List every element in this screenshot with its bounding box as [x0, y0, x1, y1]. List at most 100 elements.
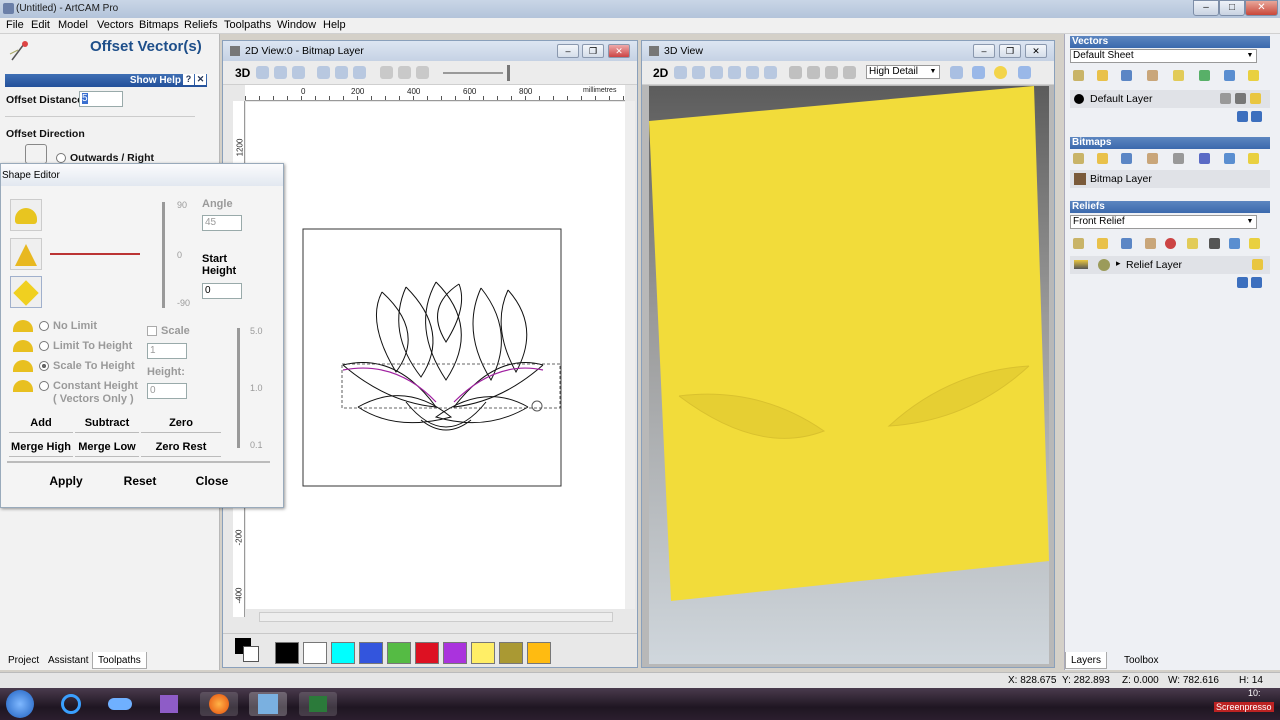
- save-icon[interactable]: [1121, 70, 1132, 81]
- render-icon[interactable]: [950, 66, 963, 79]
- bake-icon[interactable]: [1209, 238, 1220, 249]
- zoom-all-icon[interactable]: [353, 66, 366, 79]
- menu-bitmaps[interactable]: Bitmaps: [139, 19, 179, 31]
- move-down-icon[interactable]: [1251, 277, 1262, 288]
- view-2d-restore-button[interactable]: ❐: [582, 44, 604, 58]
- plane-profile-button[interactable]: [10, 276, 42, 308]
- palette-swatch[interactable]: [275, 642, 299, 664]
- scale-to-height-radio[interactable]: [39, 361, 49, 371]
- secondary-color-swatch[interactable]: [243, 646, 259, 662]
- apply-button[interactable]: Apply: [33, 470, 99, 492]
- move-down-icon[interactable]: [1251, 111, 1262, 122]
- top-view-icon[interactable]: [807, 66, 820, 79]
- scale-input[interactable]: 1: [147, 343, 187, 359]
- zero-rest-button[interactable]: Zero Rest: [141, 437, 221, 457]
- grid-icon[interactable]: [398, 66, 411, 79]
- round-profile-button[interactable]: [10, 199, 42, 231]
- zoom-box-icon[interactable]: [317, 66, 330, 79]
- tab-project[interactable]: Project: [3, 652, 44, 669]
- relief-layer-row[interactable]: ▸ Relief Layer: [1070, 256, 1270, 274]
- no-limit-radio[interactable]: [39, 321, 49, 331]
- paste-icon[interactable]: [1187, 238, 1198, 249]
- limit-to-height-radio[interactable]: [39, 341, 49, 351]
- show-help-button[interactable]: Show Help: [130, 75, 181, 86]
- palette-swatch[interactable]: [303, 642, 327, 664]
- contrast-slider-thumb[interactable]: [507, 65, 510, 81]
- relief-mode-icon[interactable]: [1098, 259, 1110, 271]
- tab-layers[interactable]: Layers: [1065, 652, 1108, 669]
- delete-icon[interactable]: [1229, 238, 1240, 249]
- vectors-sheet-select[interactable]: Default Sheet ▼: [1070, 49, 1257, 63]
- outwards-radio[interactable]: [56, 153, 66, 163]
- tab-toolbox[interactable]: Toolbox: [1119, 652, 1163, 669]
- angle-input[interactable]: 45: [202, 215, 242, 231]
- wireframe-icon[interactable]: [972, 66, 985, 79]
- maximize-button[interactable]: □: [1219, 0, 1245, 16]
- move-up-icon[interactable]: [1237, 277, 1248, 288]
- palette-swatch[interactable]: [415, 642, 439, 664]
- help-close-icon[interactable]: ✕: [195, 74, 206, 85]
- add-button[interactable]: Add: [9, 413, 73, 433]
- zoom-previous-icon[interactable]: [335, 66, 348, 79]
- combine-icon[interactable]: [1165, 238, 1176, 249]
- copy-icon[interactable]: [1145, 238, 1156, 249]
- iso-view-icon[interactable]: [789, 66, 802, 79]
- firefox-icon[interactable]: [200, 692, 238, 716]
- tab-assistant[interactable]: Assistant: [43, 652, 94, 669]
- copy-icon[interactable]: [1147, 70, 1158, 81]
- angle-slider[interactable]: [162, 202, 165, 308]
- scale-checkbox[interactable]: [147, 326, 157, 336]
- zoom-in-icon[interactable]: [256, 66, 269, 79]
- palette-swatch[interactable]: [499, 642, 523, 664]
- paste-icon[interactable]: [1173, 153, 1184, 164]
- menu-vectors[interactable]: Vectors: [97, 19, 134, 31]
- player-icon[interactable]: [299, 692, 337, 716]
- merge-high-button[interactable]: Merge High: [9, 437, 73, 457]
- horizontal-scrollbar[interactable]: [259, 612, 613, 622]
- contrast-slider[interactable]: [443, 72, 503, 74]
- save-icon[interactable]: [1121, 238, 1132, 249]
- reset-button[interactable]: Reset: [107, 470, 173, 492]
- toggle-2d-button[interactable]: 2D: [653, 66, 668, 80]
- media-icon[interactable]: [101, 692, 139, 716]
- visual-studio-icon[interactable]: [150, 692, 188, 716]
- palette-swatch[interactable]: [387, 642, 411, 664]
- offset-distance-input[interactable]: 5: [79, 91, 123, 107]
- merge-icon[interactable]: [1199, 70, 1210, 81]
- help-toggle-icon[interactable]: ?: [183, 74, 194, 85]
- zoom-in-icon[interactable]: [710, 66, 723, 79]
- close-button[interactable]: Close: [179, 470, 245, 492]
- constant-height-radio[interactable]: [39, 381, 49, 391]
- zero-button[interactable]: Zero: [141, 413, 221, 433]
- pan-icon[interactable]: [692, 66, 705, 79]
- open-icon[interactable]: [1097, 153, 1108, 164]
- delete-icon[interactable]: [1224, 153, 1235, 164]
- material-icon[interactable]: [1018, 66, 1031, 79]
- lighting-icon[interactable]: [994, 66, 1007, 79]
- menu-edit[interactable]: Edit: [31, 19, 50, 31]
- palette-swatch[interactable]: [331, 642, 355, 664]
- minimize-button[interactable]: –: [1193, 0, 1219, 16]
- zoom-out-icon[interactable]: [274, 66, 287, 79]
- merge-low-button[interactable]: Merge Low: [75, 437, 139, 457]
- delete-icon[interactable]: [1224, 70, 1235, 81]
- menu-toolpaths[interactable]: Toolpaths: [224, 19, 271, 31]
- paste-icon[interactable]: [1173, 70, 1184, 81]
- artcam-taskbar-icon[interactable]: [249, 692, 287, 716]
- view-3d-minimize-button[interactable]: –: [973, 44, 995, 58]
- palette-swatch[interactable]: [443, 642, 467, 664]
- new-bitmap-icon[interactable]: [1073, 153, 1084, 164]
- drawing-canvas[interactable]: [246, 102, 625, 609]
- side-view-icon[interactable]: [843, 66, 856, 79]
- save-icon[interactable]: [1121, 153, 1132, 164]
- menu-reliefs[interactable]: Reliefs: [184, 19, 218, 31]
- zoom-out-icon[interactable]: [728, 66, 741, 79]
- reliefs-select[interactable]: Front Relief ▼: [1070, 215, 1257, 229]
- height-input[interactable]: 0: [147, 383, 187, 399]
- new-layer-icon[interactable]: [1073, 70, 1084, 81]
- light-icon[interactable]: [1248, 70, 1259, 81]
- expand-icon[interactable]: ▸: [1116, 258, 1121, 269]
- vertical-scrollbar[interactable]: [625, 101, 635, 609]
- new-relief-icon[interactable]: [1073, 238, 1084, 249]
- palette-swatch[interactable]: [471, 642, 495, 664]
